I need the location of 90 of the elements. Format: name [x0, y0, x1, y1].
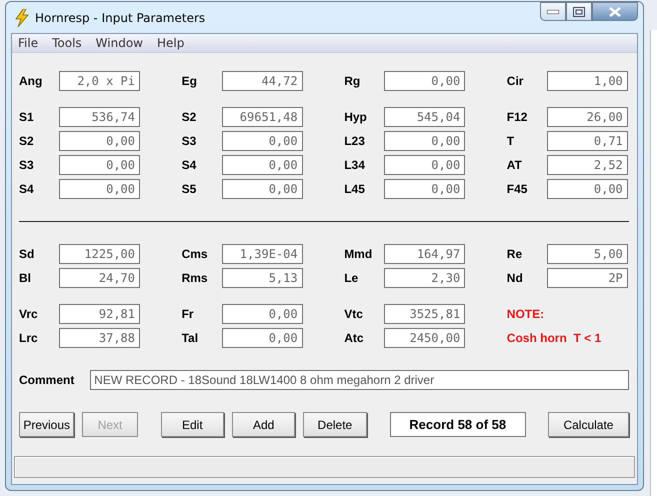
- parameter-field[interactable]: 24,70: [59, 268, 140, 288]
- minimize-icon: [547, 10, 559, 14]
- parameter-field[interactable]: 0,00: [384, 131, 466, 151]
- parameter-label: Ang: [19, 74, 44, 88]
- window-title: Hornresp - Input Parameters: [35, 10, 206, 24]
- parameter-label: Vrc: [19, 307, 39, 321]
- parameter-field[interactable]: 0,00: [222, 304, 303, 324]
- parameter-label: F45: [506, 182, 528, 196]
- parameter-label: Eg: [182, 74, 198, 88]
- action-button[interactable]: Add: [232, 412, 296, 437]
- parameter-field[interactable]: 5,13: [222, 268, 303, 288]
- parameter-label: S5: [182, 182, 198, 196]
- parameter-field[interactable]: 0,00: [384, 155, 466, 175]
- parameter-label: S1: [19, 110, 35, 124]
- parameter-label: S2: [182, 110, 198, 124]
- parameter-label: Fr: [182, 307, 195, 321]
- parameter-field[interactable]: 1225,00: [59, 244, 140, 264]
- parameter-field[interactable]: 2,0 x Pi: [59, 71, 140, 91]
- parameter-field[interactable]: 5,00: [546, 244, 628, 264]
- parameter-field[interactable]: 2,52: [546, 155, 628, 175]
- note-text: NOTE:: [506, 307, 544, 321]
- parameter-label: S4: [19, 182, 35, 196]
- record-counter: Record 58 of 58: [390, 412, 526, 437]
- parameter-label: AT: [506, 158, 523, 172]
- parameter-label: Mmd: [344, 247, 374, 261]
- parameter-label: Hyp: [344, 110, 368, 124]
- comment-field[interactable]: NEW RECORD - 18Sound 18LW1400 8 ohm megahorn 2 driver: [90, 370, 629, 390]
- action-button[interactable]: Calculate: [548, 412, 629, 437]
- parameter-label: T: [506, 134, 516, 148]
- parameter-label: Nd: [506, 271, 524, 285]
- parameter-label: S3: [182, 134, 198, 148]
- close-button[interactable]: [592, 2, 638, 21]
- menu-item[interactable]: Window: [96, 36, 143, 50]
- parameter-label: Rg: [344, 74, 362, 88]
- parameter-field[interactable]: 44,72: [222, 71, 303, 91]
- minimize-button[interactable]: [540, 2, 566, 21]
- parameter-label: S2: [19, 134, 35, 148]
- parameter-label: Sd: [19, 247, 36, 261]
- parameter-field[interactable]: 0,00: [222, 155, 303, 175]
- note-text: Cosh horn T < 1: [506, 331, 602, 345]
- parameter-label: L23: [344, 134, 366, 148]
- parameter-field[interactable]: 92,81: [59, 304, 140, 324]
- parameter-field[interactable]: 536,74: [59, 107, 140, 127]
- action-button[interactable]: Delete: [303, 412, 367, 437]
- parameter-field[interactable]: 164,97: [384, 244, 466, 264]
- maximize-icon: [573, 6, 585, 16]
- parameter-field[interactable]: 0,71: [546, 131, 628, 151]
- parameter-label: Cms: [182, 247, 209, 261]
- parameter-label: Re: [506, 247, 524, 261]
- parameter-label: S3: [19, 158, 35, 172]
- menu-item[interactable]: Help: [156, 36, 184, 50]
- parameter-field[interactable]: 0,00: [59, 155, 140, 175]
- parameter-field[interactable]: 0,00: [384, 179, 466, 199]
- parameter-label: Le: [344, 271, 360, 285]
- menu-item[interactable]: Tools: [52, 36, 82, 50]
- parameter-field[interactable]: 0,00: [384, 71, 466, 91]
- parameter-label: F12: [506, 110, 528, 124]
- parameter-field[interactable]: 2450,00: [384, 328, 466, 348]
- maximize-button[interactable]: [566, 2, 592, 21]
- parameter-field[interactable]: 545,04: [384, 107, 466, 127]
- parameter-field[interactable]: 3525,81: [384, 304, 466, 324]
- lightning-bolt-icon: [15, 8, 29, 26]
- parameter-field[interactable]: 0,00: [222, 328, 303, 348]
- comment-label: Comment: [19, 373, 76, 387]
- parameter-label: Atc: [344, 331, 365, 345]
- parameter-label: S4: [182, 158, 198, 172]
- parameter-label: Lrc: [19, 331, 39, 345]
- parameter-field[interactable]: 1,00: [546, 71, 628, 91]
- close-icon: [608, 6, 622, 16]
- parameter-field[interactable]: 0,00: [59, 131, 140, 151]
- parameter-label: Cir: [506, 74, 524, 88]
- parameter-label: L45: [344, 182, 366, 196]
- parameter-field[interactable]: 2P: [546, 268, 628, 288]
- parameter-field[interactable]: 1,39E-04: [222, 244, 303, 264]
- menu-item[interactable]: File: [18, 36, 38, 50]
- parameter-field[interactable]: 0,00: [222, 179, 303, 199]
- parameter-field[interactable]: 37,88: [59, 328, 140, 348]
- parameter-label: Vtc: [344, 307, 364, 321]
- parameter-label: Rms: [182, 271, 209, 285]
- parameter-field[interactable]: 0,00: [222, 131, 303, 151]
- parameter-field[interactable]: 0,00: [546, 179, 628, 199]
- action-button[interactable]: Previous: [19, 412, 74, 437]
- parameter-field[interactable]: 0,00: [59, 179, 140, 199]
- parameter-field[interactable]: 2,30: [384, 268, 466, 288]
- parameter-label: L34: [344, 158, 366, 172]
- parameter-field[interactable]: 26,00: [546, 107, 628, 127]
- parameter-label: Bl: [19, 271, 32, 285]
- parameter-field[interactable]: 69651,48: [222, 107, 303, 127]
- action-button[interactable]: Edit: [160, 412, 224, 437]
- parameter-label: Tal: [182, 331, 200, 345]
